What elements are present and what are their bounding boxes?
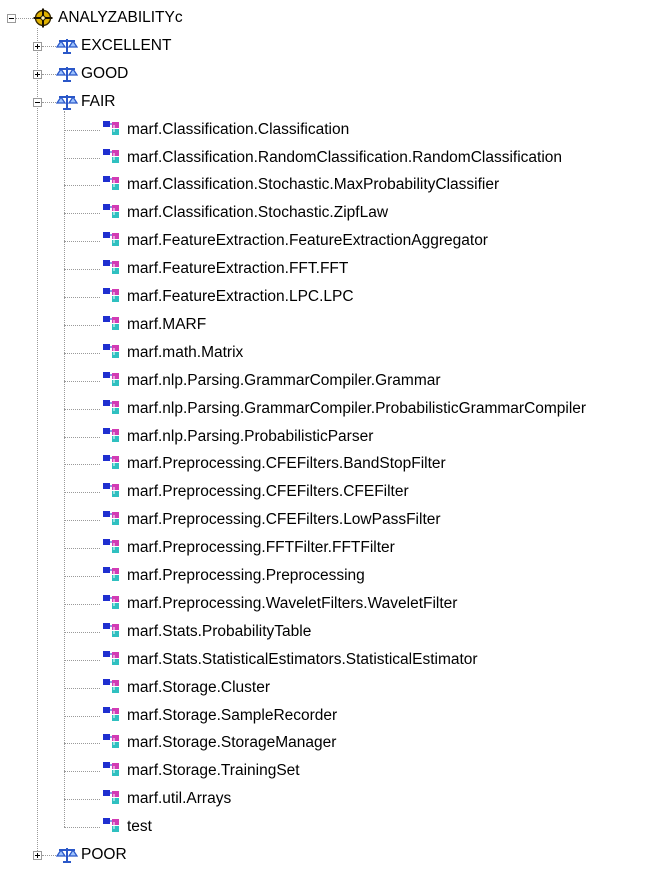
class-node-icon xyxy=(103,176,121,192)
tree-guide-line xyxy=(64,687,100,689)
class-item-label: marf.Stats.StatisticalEstimators.Statist… xyxy=(127,650,478,668)
class-item-label: marf.Storage.TrainingSet xyxy=(127,762,300,780)
class-item-label: marf.Preprocessing.CFEFilters.LowPassFil… xyxy=(127,511,441,529)
class-node-icon xyxy=(103,232,121,248)
tree-guide-line xyxy=(37,28,38,855)
class-node-icon xyxy=(103,399,121,416)
tree-guide-line xyxy=(64,799,100,801)
class-item-label: marf.Preprocessing.CFEFilters.BandStopFi… xyxy=(127,455,446,473)
class-item-label: marf.Stats.ProbabilityTable xyxy=(127,622,312,640)
class-node-icon xyxy=(103,706,121,723)
class-node-icon xyxy=(103,288,121,304)
category-label: FAIR xyxy=(81,92,116,110)
tree-guide-line xyxy=(64,715,100,717)
class-item-label: marf.nlp.Parsing.ProbabilisticParser xyxy=(127,427,374,445)
class-item-label: marf.Classification.RandomClassification… xyxy=(127,148,563,166)
class-item-label: marf.nlp.Parsing.GrammarCompiler.Probabi… xyxy=(127,399,587,417)
class-item-label: marf.FeatureExtraction.FFT.FFT xyxy=(127,260,349,278)
class-item-label: marf.Classification.Stochastic.MaxProbab… xyxy=(127,176,500,194)
class-item-label: marf.Preprocessing.Preprocessing xyxy=(127,567,365,584)
class-node-icon xyxy=(103,539,121,555)
class-node-icon xyxy=(103,818,121,834)
class-node-icon xyxy=(103,455,121,471)
tree-guide-line xyxy=(64,743,100,745)
category-label: GOOD xyxy=(81,64,129,82)
tree-guide-line xyxy=(64,352,100,354)
class-node-icon xyxy=(103,762,121,778)
category-toggle-excellent[interactable] xyxy=(33,41,42,51)
class-node-icon xyxy=(103,734,121,750)
tree-guide-line xyxy=(64,659,100,661)
class-node-icon xyxy=(103,594,121,611)
tree-guide-line xyxy=(64,241,100,243)
tree-guide-line xyxy=(64,129,100,131)
class-item-label: marf.FeatureExtraction.FeatureExtraction… xyxy=(127,232,488,250)
class-node-icon xyxy=(103,371,121,388)
tree-guide-line xyxy=(64,269,100,271)
balance-scale-icon xyxy=(55,65,79,83)
class-item-label: marf.FeatureExtraction.LPC.LPC xyxy=(127,288,354,305)
class-node-icon xyxy=(103,343,121,360)
category-toggle-good[interactable] xyxy=(33,69,42,79)
balance-scale-icon xyxy=(55,93,79,111)
balance-scale-icon xyxy=(55,846,79,864)
tree-guide-line xyxy=(64,436,100,438)
tree-guide-line xyxy=(64,464,100,466)
class-item-label: marf.util.Arrays xyxy=(127,790,232,808)
tree-guide-line xyxy=(64,380,100,382)
class-item-label: marf.Classification.Classification xyxy=(127,120,350,138)
class-item-label: marf.nlp.Parsing.GrammarCompiler.Grammar xyxy=(127,371,441,389)
class-node-icon xyxy=(103,204,121,220)
class-item-label: marf.Preprocessing.FFTFilter.FFTFilter xyxy=(127,539,395,557)
class-node-icon xyxy=(103,148,121,165)
tree-guide-line xyxy=(64,631,100,633)
tree-guide-line xyxy=(64,603,100,605)
tree-guide-line xyxy=(64,297,100,298)
class-tree-view[interactable]: ANALYZABILITYc EXCELLENT GOOD FAIR POOR marf.… xyxy=(0,0,671,873)
class-node-icon xyxy=(103,315,121,332)
class-item-label: marf.Storage.Cluster xyxy=(127,678,270,696)
class-node-icon xyxy=(103,650,121,667)
class-node-icon xyxy=(103,427,121,444)
class-node-icon xyxy=(103,511,121,527)
tree-root-label: ANALYZABILITYc xyxy=(58,9,183,26)
tree-guide-line xyxy=(64,157,100,159)
class-item-label: marf.math.Matrix xyxy=(127,343,244,361)
class-item-label: marf.Preprocessing.WaveletFilters.Wavele… xyxy=(127,594,458,612)
tree-guide-line xyxy=(64,771,100,773)
class-node-icon xyxy=(103,260,121,276)
tree-guide-line xyxy=(64,324,100,326)
class-node-icon xyxy=(103,483,121,499)
category-toggle-poor[interactable] xyxy=(33,851,42,860)
tree-guide-line xyxy=(64,576,100,577)
tree-guide-line xyxy=(64,827,100,829)
category-label: EXCELLENT xyxy=(81,36,172,54)
class-node-icon xyxy=(103,567,121,583)
tree-guide-line xyxy=(64,185,100,187)
class-node-icon xyxy=(103,790,121,806)
tree-guide-line xyxy=(64,213,100,215)
class-item-label: marf.Preprocessing.CFEFilters.CFEFilter xyxy=(127,483,409,501)
class-list-item[interactable] xyxy=(64,814,654,840)
class-item-label: test xyxy=(127,818,152,836)
tree-guide-line xyxy=(16,18,33,19)
tree-guide-line xyxy=(64,492,100,494)
class-node-icon xyxy=(103,120,121,137)
class-item-label: marf.Storage.SampleRecorder xyxy=(127,706,338,724)
class-item-label: marf.MARF xyxy=(127,315,207,333)
class-node-icon xyxy=(103,678,121,695)
target-crosshair-icon xyxy=(33,8,53,28)
tree-guide-line xyxy=(64,520,100,522)
class-node-icon xyxy=(103,622,121,639)
category-label: POOR xyxy=(81,846,127,863)
root-collapse-toggle[interactable] xyxy=(7,14,16,23)
tree-guide-line xyxy=(64,408,100,410)
tree-guide-line xyxy=(64,548,100,550)
category-toggle-fair[interactable] xyxy=(33,97,42,107)
balance-scale-icon xyxy=(55,37,79,55)
class-item-label: marf.Classification.Stochastic.ZipfLaw xyxy=(127,204,389,222)
class-item-label: marf.Storage.StorageManager xyxy=(127,734,337,752)
